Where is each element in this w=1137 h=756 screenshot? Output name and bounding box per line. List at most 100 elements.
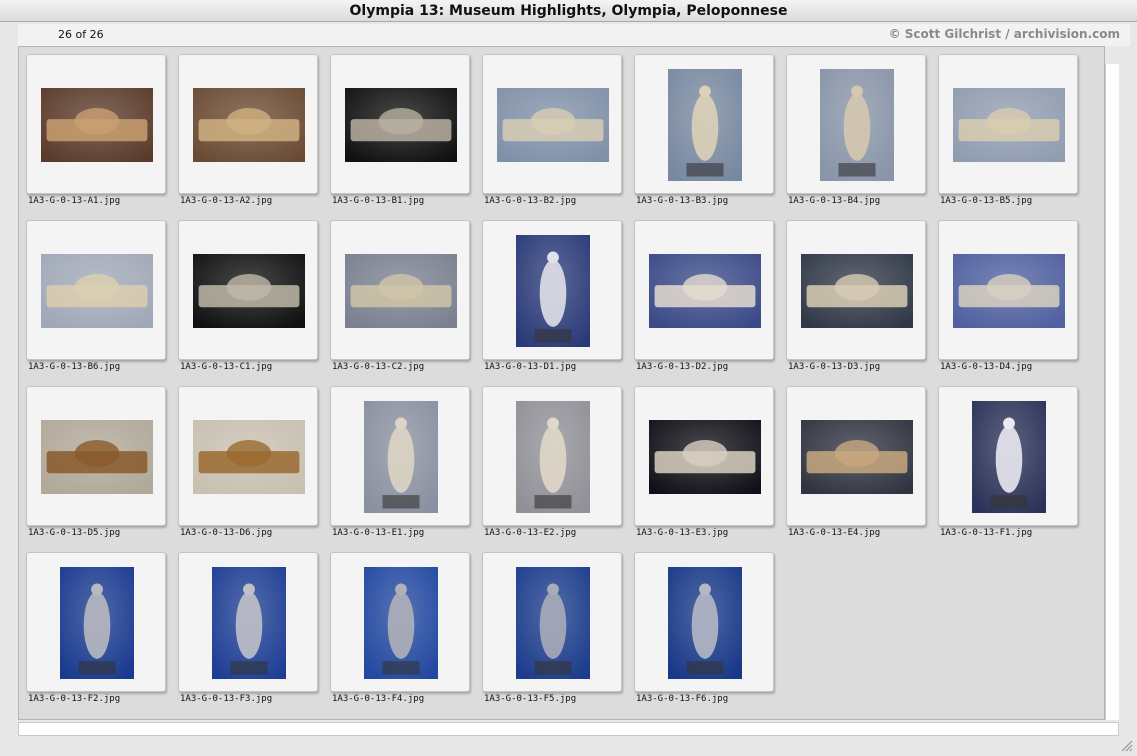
slide-frame[interactable] [330, 386, 470, 526]
slide-frame[interactable] [482, 54, 622, 194]
thumbnail-cell[interactable]: 1A3-G-0-13-D2.jpg [634, 220, 774, 372]
thumbnail-cell[interactable]: 1A3-G-0-13-D1.jpg [482, 220, 622, 372]
thumbnail-cell[interactable]: 1A3-G-0-13-C1.jpg [178, 220, 318, 372]
thumbnail-cell[interactable]: 1A3-G-0-13-D4.jpg [938, 220, 1078, 372]
thumbnail-filename: 1A3-G-0-13-F4.jpg [332, 694, 425, 704]
thumbnail-cell[interactable]: 1A3-G-0-13-F6.jpg [634, 552, 774, 704]
thumbnail-cell[interactable]: 1A3-G-0-13-B5.jpg [938, 54, 1078, 206]
thumbnail-filename: 1A3-G-0-13-F1.jpg [940, 528, 1033, 538]
slide-frame[interactable] [786, 386, 926, 526]
slide-frame[interactable] [786, 220, 926, 360]
thumbnail-image[interactable] [193, 420, 305, 494]
thumbnail-image[interactable] [953, 88, 1065, 162]
thumbnail-filename: 1A3-G-0-13-A2.jpg [180, 196, 273, 206]
slide-frame[interactable] [786, 54, 926, 194]
thumbnail-image[interactable] [801, 254, 913, 328]
thumbnail-cell[interactable]: 1A3-G-0-13-E1.jpg [330, 386, 470, 538]
info-bar: 26 of 26 © Scott Gilchrist / archivision… [18, 24, 1130, 46]
slide-frame[interactable] [634, 220, 774, 360]
slide-frame[interactable] [482, 552, 622, 692]
thumbnail-cell[interactable]: 1A3-G-0-13-A1.jpg [26, 54, 166, 206]
slide-frame[interactable] [330, 54, 470, 194]
thumbnail-cell[interactable]: 1A3-G-0-13-B3.jpg [634, 54, 774, 206]
thumbnail-cell[interactable]: 1A3-G-0-13-D5.jpg [26, 386, 166, 538]
slide-frame[interactable] [26, 386, 166, 526]
thumbnail-filename: 1A3-G-0-13-D5.jpg [28, 528, 121, 538]
thumbnail-filename: 1A3-G-0-13-E2.jpg [484, 528, 577, 538]
thumbnail-filename: 1A3-G-0-13-F6.jpg [636, 694, 729, 704]
thumbnail-filename: 1A3-G-0-13-F5.jpg [484, 694, 577, 704]
thumbnail-cell[interactable]: 1A3-G-0-13-E4.jpg [786, 386, 926, 538]
thumbnail-image[interactable] [516, 401, 590, 513]
thumbnail-image[interactable] [60, 567, 134, 679]
thumbnail-image[interactable] [668, 567, 742, 679]
thumbnail-filename: 1A3-G-0-13-B6.jpg [28, 362, 121, 372]
thumbnail-image[interactable] [953, 254, 1065, 328]
thumbnail-cell[interactable]: 1A3-G-0-13-A2.jpg [178, 54, 318, 206]
thumbnail-image[interactable] [649, 254, 761, 328]
horizontal-scrollbar[interactable] [18, 722, 1119, 736]
thumbnail-image[interactable] [516, 235, 590, 347]
thumbnail-cell[interactable]: 1A3-G-0-13-F2.jpg [26, 552, 166, 704]
thumbnail-cell[interactable]: 1A3-G-0-13-B4.jpg [786, 54, 926, 206]
thumbnail-filename: 1A3-G-0-13-F3.jpg [180, 694, 273, 704]
thumbnail-filename: 1A3-G-0-13-C1.jpg [180, 362, 273, 372]
thumbnail-image[interactable] [668, 69, 742, 181]
slide-frame[interactable] [938, 220, 1078, 360]
slide-frame[interactable] [634, 54, 774, 194]
slide-frame[interactable] [330, 552, 470, 692]
thumbnail-image[interactable] [972, 401, 1046, 513]
thumbnail-cell[interactable]: 1A3-G-0-13-F5.jpg [482, 552, 622, 704]
thumbnail-image[interactable] [801, 420, 913, 494]
thumbnail-image[interactable] [364, 567, 438, 679]
thumbnail-cell[interactable]: 1A3-G-0-13-D3.jpg [786, 220, 926, 372]
thumbnail-image[interactable] [364, 401, 438, 513]
copyright-credit: © Scott Gilchrist / archivision.com [888, 27, 1120, 41]
thumbnail-filename: 1A3-G-0-13-A1.jpg [28, 196, 121, 206]
slide-frame[interactable] [938, 54, 1078, 194]
thumbnail-image[interactable] [820, 69, 894, 181]
thumbnail-filename: 1A3-G-0-13-D2.jpg [636, 362, 729, 372]
slide-frame[interactable] [26, 552, 166, 692]
thumbnail-cell[interactable]: 1A3-G-0-13-E3.jpg [634, 386, 774, 538]
vertical-scrollbar[interactable] [1105, 64, 1119, 720]
thumbnail-image[interactable] [41, 88, 153, 162]
thumbnail-cell[interactable]: 1A3-G-0-13-D6.jpg [178, 386, 318, 538]
thumbnail-filename: 1A3-G-0-13-C2.jpg [332, 362, 425, 372]
slide-frame[interactable] [482, 386, 622, 526]
thumbnail-filename: 1A3-G-0-13-D1.jpg [484, 362, 577, 372]
thumbnail-cell[interactable]: 1A3-G-0-13-F3.jpg [178, 552, 318, 704]
thumbnail-cell[interactable]: 1A3-G-0-13-E2.jpg [482, 386, 622, 538]
thumbnail-filename: 1A3-G-0-13-B5.jpg [940, 196, 1033, 206]
thumbnail-cell[interactable]: 1A3-G-0-13-F4.jpg [330, 552, 470, 704]
thumbnail-cell[interactable]: 1A3-G-0-13-B2.jpg [482, 54, 622, 206]
thumbnail-image[interactable] [41, 254, 153, 328]
thumbnail-cell[interactable]: 1A3-G-0-13-B1.jpg [330, 54, 470, 206]
thumbnail-image[interactable] [212, 567, 286, 679]
slide-frame[interactable] [634, 552, 774, 692]
thumbnail-cell[interactable]: 1A3-G-0-13-F1.jpg [938, 386, 1078, 538]
thumbnail-image[interactable] [41, 420, 153, 494]
resize-grip-icon[interactable] [1119, 738, 1133, 752]
slide-frame[interactable] [178, 54, 318, 194]
thumbnail-filename: 1A3-G-0-13-D4.jpg [940, 362, 1033, 372]
thumbnail-filename: 1A3-G-0-13-E4.jpg [788, 528, 881, 538]
thumbnail-image[interactable] [345, 254, 457, 328]
slide-frame[interactable] [26, 54, 166, 194]
thumbnail-cell[interactable]: 1A3-G-0-13-C2.jpg [330, 220, 470, 372]
thumbnail-image[interactable] [516, 567, 590, 679]
thumbnail-image[interactable] [193, 88, 305, 162]
slide-frame[interactable] [178, 552, 318, 692]
slide-frame[interactable] [330, 220, 470, 360]
slide-frame[interactable] [178, 220, 318, 360]
thumbnail-image[interactable] [345, 88, 457, 162]
slide-frame[interactable] [178, 386, 318, 526]
thumbnail-image[interactable] [649, 420, 761, 494]
thumbnail-image[interactable] [193, 254, 305, 328]
thumbnail-image[interactable] [497, 88, 609, 162]
slide-frame[interactable] [634, 386, 774, 526]
slide-frame[interactable] [938, 386, 1078, 526]
slide-frame[interactable] [482, 220, 622, 360]
thumbnail-cell[interactable]: 1A3-G-0-13-B6.jpg [26, 220, 166, 372]
slide-frame[interactable] [26, 220, 166, 360]
